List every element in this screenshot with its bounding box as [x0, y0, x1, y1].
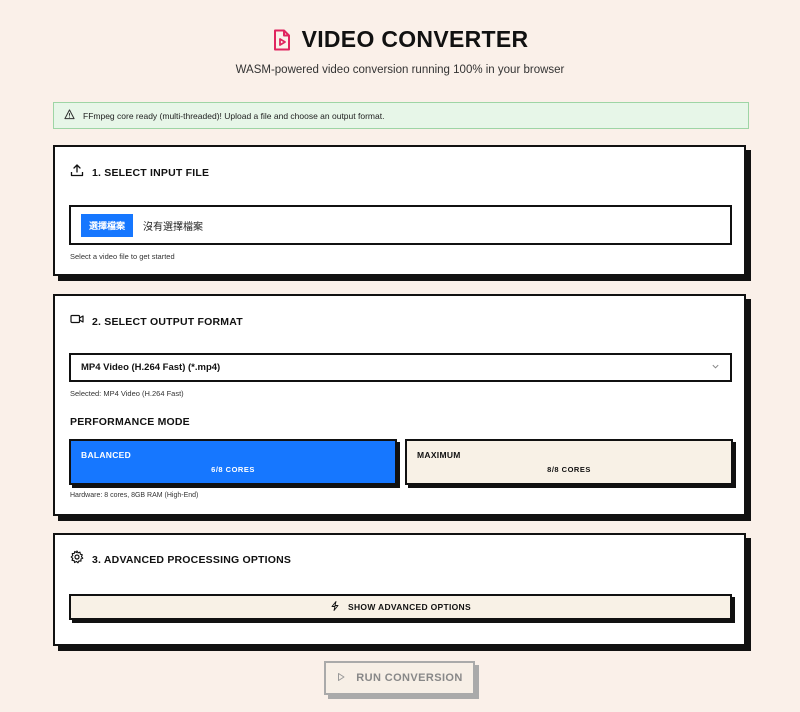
status-banner: FFmpeg core ready (multi-threaded)! Uplo… — [53, 102, 749, 129]
output-format-title: 2. SELECT OUTPUT FORMAT — [92, 315, 243, 328]
video-camera-icon — [70, 312, 84, 331]
app-title: VIDEO CONVERTER — [301, 26, 529, 52]
choose-file-button[interactable]: 選擇檔案 — [81, 213, 134, 237]
mode-balanced-button[interactable]: BALANCED 6/8 CORES — [69, 439, 397, 485]
file-video-icon — [272, 29, 292, 51]
play-icon — [336, 672, 346, 685]
performance-mode-label: PERFORMANCE MODE — [70, 416, 190, 428]
input-file-header: 1. SELECT INPUT FILE — [70, 163, 209, 182]
app-header: VIDEO CONVERTER WASM-powered video conve… — [0, 26, 800, 76]
show-advanced-options-label: SHOW ADVANCED OPTIONS — [348, 602, 471, 612]
mode-maximum-name: MAXIMUM — [417, 450, 461, 460]
input-helper-text: Select a video file to get started — [70, 252, 175, 261]
advanced-options-header: 3. ADVANCED PROCESSING OPTIONS — [70, 550, 291, 569]
input-file-card: 1. SELECT INPUT FILE 選擇檔案 沒有選擇檔案 Select … — [53, 145, 746, 276]
mode-balanced-cores: 6/8 CORES — [211, 465, 255, 474]
show-advanced-options-button[interactable]: SHOW ADVANCED OPTIONS — [69, 594, 732, 620]
mode-balanced-name: BALANCED — [81, 450, 132, 460]
chevron-down-icon — [711, 362, 720, 374]
app-subtitle: WASM-powered video conversion running 10… — [235, 64, 565, 76]
output-format-select[interactable]: MP4 Video (H.264 Fast) (*.mp4) — [69, 353, 732, 382]
upload-icon — [70, 163, 84, 182]
run-conversion-button[interactable]: RUN CONVERSION — [324, 661, 475, 695]
output-format-header: 2. SELECT OUTPUT FORMAT — [70, 312, 243, 331]
selected-format-caption: Selected: MP4 Video (H.264 Fast) — [70, 389, 184, 398]
no-file-selected-text: 沒有選擇檔案 — [143, 221, 204, 233]
file-input[interactable]: 選擇檔案 沒有選擇檔案 — [69, 205, 732, 245]
output-format-value: MP4 Video (H.264 Fast) (*.mp4) — [81, 362, 221, 373]
hardware-info: Hardware: 8 cores, 8GB RAM (High-End) — [70, 492, 199, 499]
lightning-icon — [330, 601, 340, 613]
output-format-card: 2. SELECT OUTPUT FORMAT MP4 Video (H.264… — [53, 294, 746, 516]
status-banner-text: FFmpeg core ready (multi-threaded)! Uplo… — [83, 110, 385, 121]
mode-maximum-button[interactable]: MAXIMUM 8/8 CORES — [405, 439, 733, 485]
run-conversion-label: RUN CONVERSION — [356, 672, 463, 684]
advanced-options-title: 3. ADVANCED PROCESSING OPTIONS — [92, 553, 292, 566]
title-row: VIDEO CONVERTER — [0, 26, 800, 53]
advanced-options-card: 3. ADVANCED PROCESSING OPTIONS SHOW ADVA… — [53, 533, 746, 646]
mode-maximum-cores: 8/8 CORES — [547, 465, 591, 474]
gear-icon — [70, 550, 84, 569]
warning-triangle-icon — [64, 109, 75, 122]
input-file-title: 1. SELECT INPUT FILE — [92, 166, 210, 179]
